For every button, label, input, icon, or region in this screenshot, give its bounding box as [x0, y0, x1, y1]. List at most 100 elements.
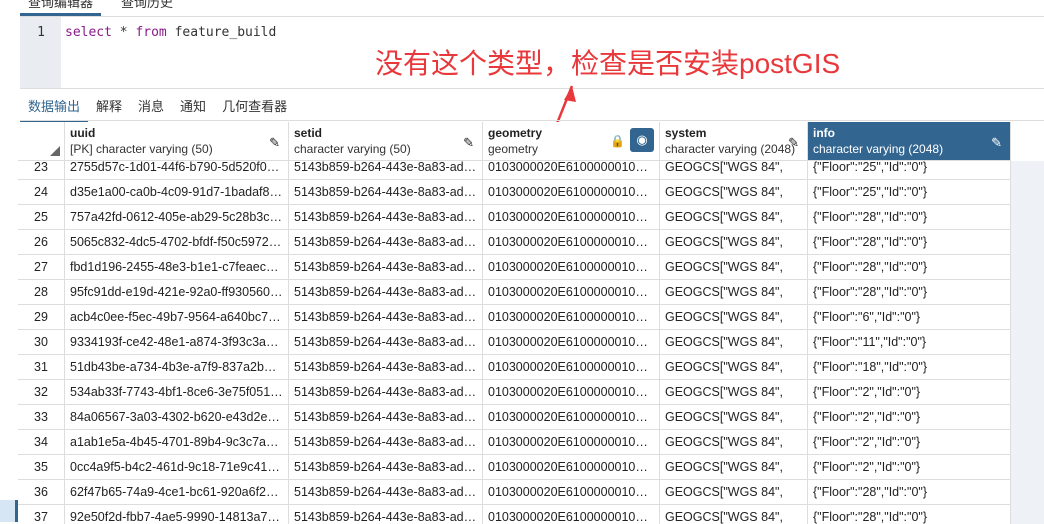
cell-uuid[interactable]: 92e50f2d-fbb7-4ae5-9990-14813a722…: [65, 505, 289, 524]
tab-explain[interactable]: 解释: [88, 96, 130, 123]
cell-uuid[interactable]: 757a42fd-0612-405e-ab29-5c28b3c18…: [65, 205, 289, 229]
table-row[interactable]: 35 0cc4a9f5-b4c2-461d-9c18-71e9c41b1… 5143…: [18, 455, 1011, 480]
cell-geometry[interactable]: 0103000020E610000001000…: [483, 180, 660, 204]
row-number[interactable]: 30: [18, 330, 65, 354]
cell-info[interactable]: {"Floor":"11","Id":"0"}: [808, 330, 1011, 354]
cell-info[interactable]: {"Floor":"28","Id":"0"}: [808, 280, 1011, 304]
cell-setid[interactable]: 5143b859-b264-443e-8a83-ad25…: [289, 280, 483, 304]
cell-uuid[interactable]: 534ab33f-7743-4bf1-8ce6-3e75f051c…: [65, 380, 289, 404]
cell-info[interactable]: {"Floor":"2","Id":"0"}: [808, 430, 1011, 454]
table-row[interactable]: 36 62f47b65-74a9-4ce1-bc61-920a6f221… 5143…: [18, 480, 1011, 505]
cell-info[interactable]: {"Floor":"18","Id":"0"}: [808, 355, 1011, 379]
cell-system[interactable]: GEOGCS["WGS 84",: [660, 455, 808, 479]
cell-uuid[interactable]: acb4c0ee-f5ec-49b7-9564-a640bc7e6…: [65, 305, 289, 329]
column-header-info[interactable]: info character varying (2048) ✎: [808, 122, 1011, 161]
table-row[interactable]: 33 84a06567-3a03-4302-b620-e43d2e25… 5143b…: [18, 405, 1011, 430]
row-number[interactable]: 34: [18, 430, 65, 454]
cell-info[interactable]: {"Floor":"6","Id":"0"}: [808, 305, 1011, 329]
cell-setid[interactable]: 5143b859-b264-443e-8a83-ad25…: [289, 205, 483, 229]
select-all-corner[interactable]: [18, 122, 65, 161]
table-row[interactable]: 25 757a42fd-0612-405e-ab29-5c28b3c18… 5143…: [18, 205, 1011, 230]
grid-body[interactable]: 23 2755d57c-1d01-44f6-b790-5d520f0dc… 5143…: [18, 161, 1011, 524]
cell-info[interactable]: {"Floor":"2","Id":"0"}: [808, 455, 1011, 479]
cell-info[interactable]: {"Floor":"2","Id":"0"}: [808, 405, 1011, 429]
cell-system[interactable]: GEOGCS["WGS 84",: [660, 180, 808, 204]
cell-geometry[interactable]: 0103000020E610000001000…: [483, 455, 660, 479]
row-number[interactable]: 28: [18, 280, 65, 304]
cell-system[interactable]: GEOGCS["WGS 84",: [660, 430, 808, 454]
cell-uuid[interactable]: 2755d57c-1d01-44f6-b790-5d520f0dc…: [65, 161, 289, 179]
cell-geometry[interactable]: 0103000020E610000001000…: [483, 330, 660, 354]
view-geometry-eye-icon[interactable]: ◉: [630, 128, 654, 152]
table-row[interactable]: 24 d35e1a00-ca0b-4c09-91d7-1badaf844… 5143…: [18, 180, 1011, 205]
tab-geometry-viewer[interactable]: 几何查看器: [214, 96, 295, 123]
cell-info[interactable]: {"Floor":"25","Id":"0"}: [808, 161, 1011, 179]
cell-system[interactable]: GEOGCS["WGS 84",: [660, 355, 808, 379]
cell-geometry[interactable]: 0103000020E610000001000…: [483, 480, 660, 504]
cell-system[interactable]: GEOGCS["WGS 84",: [660, 330, 808, 354]
table-row[interactable]: 23 2755d57c-1d01-44f6-b790-5d520f0dc… 5143…: [18, 161, 1011, 180]
column-header-uuid[interactable]: uuid [PK] character varying (50) ✎: [65, 122, 289, 161]
cell-geometry[interactable]: 0103000020E610000001000…: [483, 280, 660, 304]
cell-setid[interactable]: 5143b859-b264-443e-8a83-ad25…: [289, 355, 483, 379]
table-row[interactable]: 31 51db43be-a734-4b3e-a7f9-837a2b8a2… 5143…: [18, 355, 1011, 380]
row-number[interactable]: 37: [18, 505, 65, 524]
cell-geometry[interactable]: 0103000020E610000001000…: [483, 380, 660, 404]
cell-uuid[interactable]: fbd1d196-2455-48e3-b1e1-c7feaec62…: [65, 255, 289, 279]
column-header-geometry[interactable]: geometry geometry 🔒 ◉: [483, 122, 660, 161]
row-number[interactable]: 29: [18, 305, 65, 329]
cell-system[interactable]: GEOGCS["WGS 84",: [660, 161, 808, 179]
cell-setid[interactable]: 5143b859-b264-443e-8a83-ad25…: [289, 330, 483, 354]
tab-notifications[interactable]: 通知: [172, 96, 214, 123]
column-header-setid[interactable]: setid character varying (50) ✎: [289, 122, 483, 161]
cell-uuid[interactable]: d35e1a00-ca0b-4c09-91d7-1badaf844…: [65, 180, 289, 204]
row-number[interactable]: 31: [18, 355, 65, 379]
cell-setid[interactable]: 5143b859-b264-443e-8a83-ad25…: [289, 255, 483, 279]
cell-system[interactable]: GEOGCS["WGS 84",: [660, 305, 808, 329]
cell-setid[interactable]: 5143b859-b264-443e-8a83-ad25…: [289, 305, 483, 329]
cell-geometry[interactable]: 0103000020E610000001000…: [483, 305, 660, 329]
cell-geometry[interactable]: 0103000020E610000001000…: [483, 355, 660, 379]
table-row[interactable]: 37 92e50f2d-fbb7-4ae5-9990-14813a722… 5143…: [18, 505, 1011, 524]
cell-geometry[interactable]: 0103000020E610000001000…: [483, 255, 660, 279]
cell-setid[interactable]: 5143b859-b264-443e-8a83-ad25…: [289, 430, 483, 454]
cell-info[interactable]: {"Floor":"28","Id":"0"}: [808, 505, 1011, 524]
cell-uuid[interactable]: 9334193f-ce42-48e1-a874-3f93c3a67…: [65, 330, 289, 354]
cell-info[interactable]: {"Floor":"28","Id":"0"}: [808, 255, 1011, 279]
row-number[interactable]: 32: [18, 380, 65, 404]
cell-system[interactable]: GEOGCS["WGS 84",: [660, 505, 808, 524]
row-number[interactable]: 27: [18, 255, 65, 279]
cell-geometry[interactable]: 0103000020E610000001000…: [483, 161, 660, 179]
row-number[interactable]: 35: [18, 455, 65, 479]
table-row[interactable]: 26 5065c832-4dc5-4702-bfdf-f50c59725… 5143…: [18, 230, 1011, 255]
cell-uuid[interactable]: a1ab1e5a-4b45-4701-89b4-9c3c7a10…: [65, 430, 289, 454]
cell-info[interactable]: {"Floor":"28","Id":"0"}: [808, 205, 1011, 229]
column-header-system[interactable]: system character varying (2048) ✎: [660, 122, 808, 161]
table-row[interactable]: 29 acb4c0ee-f5ec-49b7-9564-a640bc7e6… 5143…: [18, 305, 1011, 330]
cell-geometry[interactable]: 0103000020E610000001000…: [483, 405, 660, 429]
cell-uuid[interactable]: 95fc91dd-e19d-421e-92a0-ff9305602…: [65, 280, 289, 304]
cell-setid[interactable]: 5143b859-b264-443e-8a83-ad25…: [289, 480, 483, 504]
cell-system[interactable]: GEOGCS["WGS 84",: [660, 255, 808, 279]
cell-geometry[interactable]: 0103000020E610000001000…: [483, 205, 660, 229]
tab-data-output[interactable]: 数据输出: [20, 96, 89, 123]
table-row[interactable]: 34 a1ab1e5a-4b45-4701-89b4-9c3c7a10… 5143b…: [18, 430, 1011, 455]
table-row[interactable]: 30 9334193f-ce42-48e1-a874-3f93c3a67… 5143…: [18, 330, 1011, 355]
cell-setid[interactable]: 5143b859-b264-443e-8a83-ad25…: [289, 161, 483, 179]
row-number[interactable]: 33: [18, 405, 65, 429]
cell-info[interactable]: {"Floor":"25","Id":"0"}: [808, 180, 1011, 204]
cell-setid[interactable]: 5143b859-b264-443e-8a83-ad25…: [289, 505, 483, 524]
cell-setid[interactable]: 5143b859-b264-443e-8a83-ad25…: [289, 230, 483, 254]
cell-system[interactable]: GEOGCS["WGS 84",: [660, 405, 808, 429]
cell-setid[interactable]: 5143b859-b264-443e-8a83-ad25…: [289, 380, 483, 404]
cell-system[interactable]: GEOGCS["WGS 84",: [660, 205, 808, 229]
cell-geometry[interactable]: 0103000020E610000001000…: [483, 230, 660, 254]
cell-uuid[interactable]: 51db43be-a734-4b3e-a7f9-837a2b8a2…: [65, 355, 289, 379]
row-number[interactable]: 36: [18, 480, 65, 504]
cell-setid[interactable]: 5143b859-b264-443e-8a83-ad25…: [289, 455, 483, 479]
cell-setid[interactable]: 5143b859-b264-443e-8a83-ad25…: [289, 180, 483, 204]
cell-uuid[interactable]: 5065c832-4dc5-4702-bfdf-f50c59725…: [65, 230, 289, 254]
row-number[interactable]: 23: [18, 161, 65, 179]
cell-system[interactable]: GEOGCS["WGS 84",: [660, 280, 808, 304]
row-number[interactable]: 26: [18, 230, 65, 254]
